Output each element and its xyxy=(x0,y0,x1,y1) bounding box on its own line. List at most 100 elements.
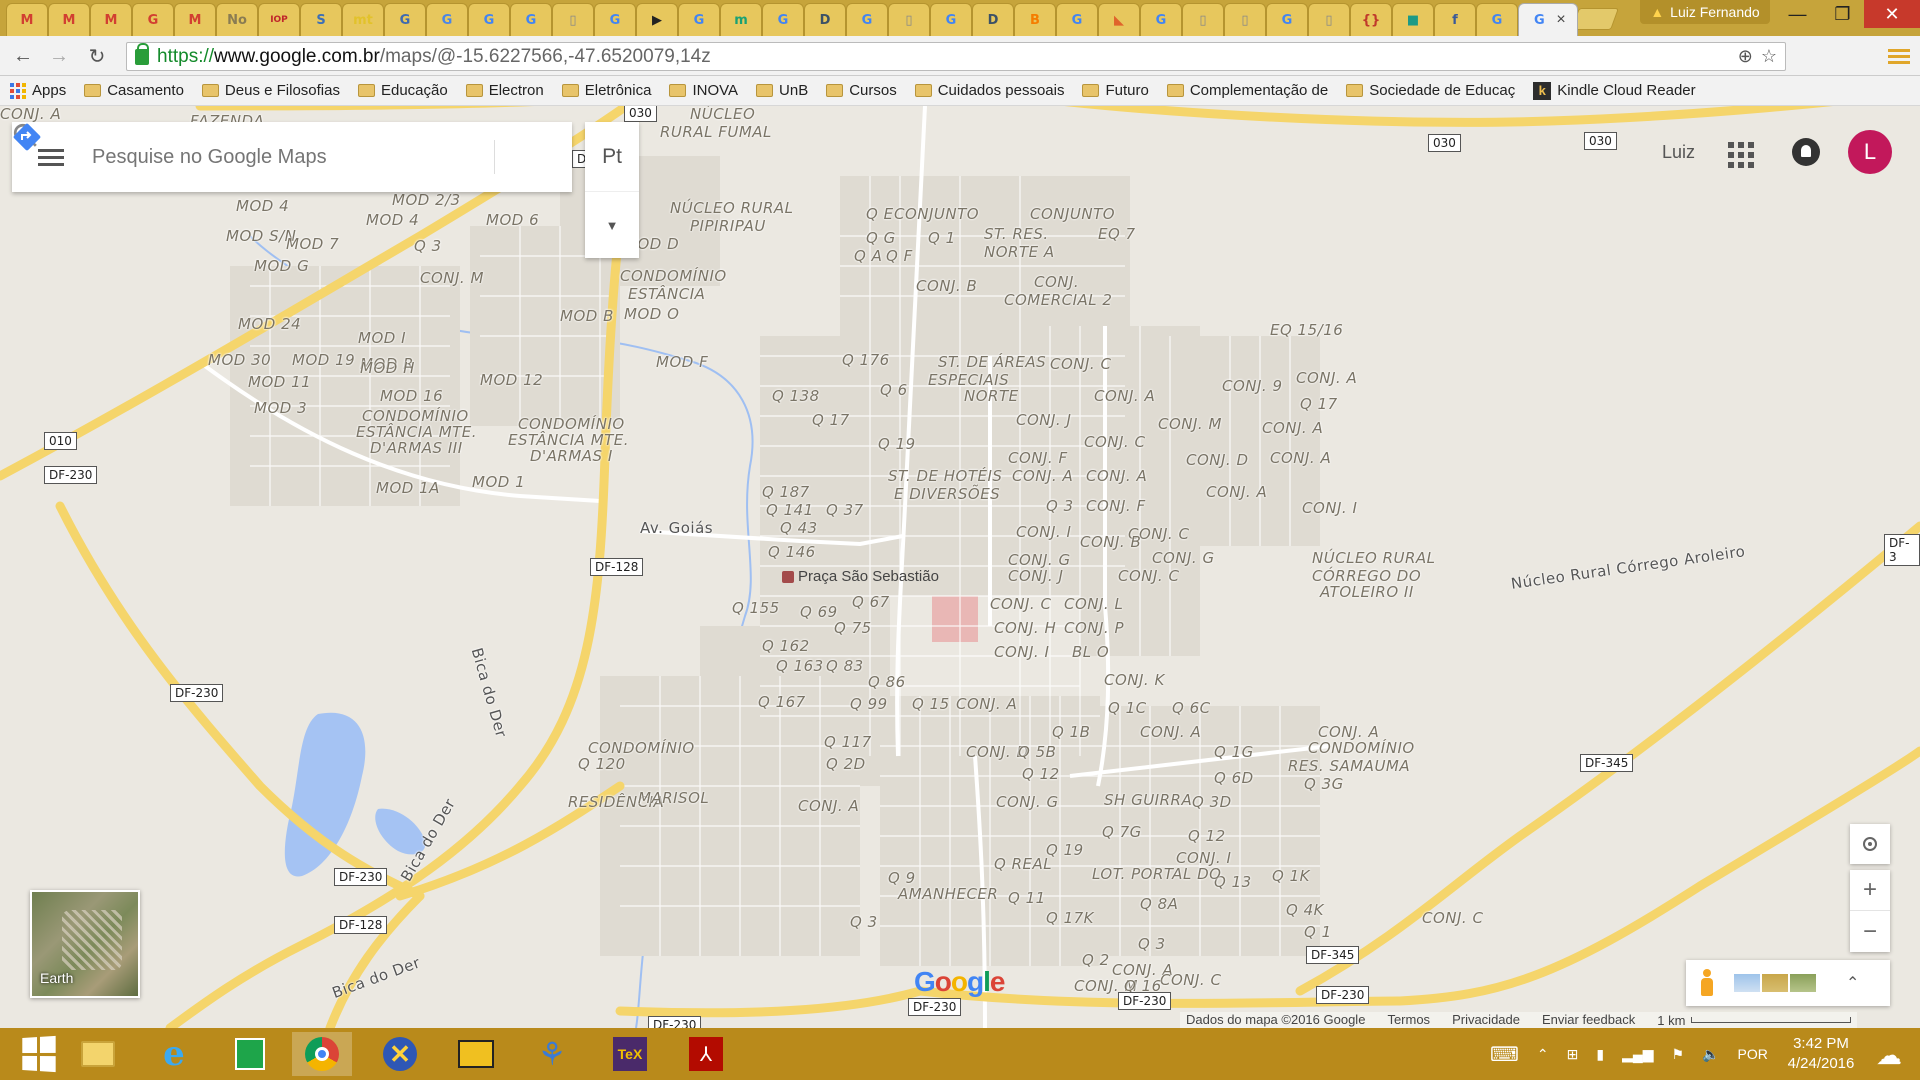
directions-icon[interactable] xyxy=(12,122,42,152)
zoom-in-button[interactable]: + xyxy=(1850,870,1890,911)
bookmark-item[interactable]: Sociedade de Educaç xyxy=(1346,82,1515,99)
browser-tab[interactable]: G xyxy=(510,3,552,36)
active-tab[interactable]: G × xyxy=(1518,3,1578,36)
browser-tab[interactable]: mt xyxy=(342,3,384,36)
flag-icon[interactable]: ⚑ xyxy=(1672,1046,1685,1063)
browser-tab[interactable]: G xyxy=(1140,3,1182,36)
notifications-icon[interactable] xyxy=(1792,138,1820,166)
browser-tab[interactable]: G xyxy=(468,3,510,36)
tex-icon[interactable]: TeX xyxy=(600,1032,660,1076)
bookmark-item[interactable]: UnB xyxy=(756,82,808,99)
poi-praca-sao-sebastiao[interactable]: Praça São Sebastião xyxy=(782,568,939,585)
close-window-button[interactable]: ✕ xyxy=(1864,0,1920,28)
file-explorer-icon[interactable] xyxy=(68,1032,128,1076)
browser-tab[interactable]: ▶ xyxy=(636,3,678,36)
privacy-link[interactable]: Privacidade xyxy=(1452,1012,1520,1028)
chrome-menu-icon[interactable] xyxy=(1888,46,1910,66)
profile-chip[interactable]: ▲ Luiz Fernando xyxy=(1640,0,1770,24)
my-location-button[interactable] xyxy=(1850,824,1890,864)
clock[interactable]: 3:42 PM 4/24/2016 xyxy=(1778,1034,1864,1074)
signal-icon[interactable]: ▂▄▆ xyxy=(1622,1046,1653,1063)
browser-tab[interactable]: ▯ xyxy=(1308,3,1350,36)
browser-tab[interactable]: M xyxy=(174,3,216,36)
browser-tab[interactable]: G xyxy=(846,3,888,36)
forward-arrow-icon[interactable]: → xyxy=(46,44,72,68)
reload-icon[interactable]: ↻ xyxy=(84,44,110,68)
browser-tab[interactable]: S xyxy=(300,3,342,36)
restore-button[interactable]: ❐ xyxy=(1820,0,1865,28)
browser-tab[interactable]: G xyxy=(594,3,636,36)
browser-tab[interactable]: D xyxy=(804,3,846,36)
minimize-button[interactable]: — xyxy=(1775,0,1820,28)
close-tab-icon[interactable]: × xyxy=(1556,11,1565,29)
browser-tab[interactable]: G xyxy=(426,3,468,36)
browser-tab[interactable]: ■ xyxy=(1392,3,1434,36)
address-bar[interactable]: https://www.google.com.br/maps/@-15.6227… xyxy=(126,42,1786,71)
browser-tab[interactable]: G xyxy=(1056,3,1098,36)
zoom-out-button[interactable]: − xyxy=(1850,911,1890,952)
avatar[interactable]: L xyxy=(1848,130,1892,174)
browser-tab[interactable]: M xyxy=(6,3,48,36)
browser-tab[interactable]: IOP xyxy=(258,3,300,36)
caret-down-icon[interactable]: ▼ xyxy=(585,192,639,258)
new-tab-button[interactable] xyxy=(1570,8,1620,30)
language-button[interactable]: Pt xyxy=(585,122,639,192)
browser-tab[interactable]: ▯ xyxy=(552,3,594,36)
browser-tab[interactable]: B xyxy=(1014,3,1056,36)
bookmark-item[interactable]: Cursos xyxy=(826,82,897,99)
google-apps-icon[interactable] xyxy=(1728,142,1754,168)
bookmark-item[interactable]: Casamento xyxy=(84,82,184,99)
terms-link[interactable]: Termos xyxy=(1387,1012,1430,1028)
bookmark-item[interactable]: Apps xyxy=(10,82,66,99)
reader-icon[interactable] xyxy=(446,1032,506,1076)
bookmark-item[interactable]: k Kindle Cloud Reader xyxy=(1533,81,1696,100)
volume-icon[interactable]: 🔈 xyxy=(1702,1046,1719,1063)
battery-icon[interactable]: ▮ xyxy=(1596,1046,1604,1063)
bookmark-star-icon[interactable]: ☆ xyxy=(1761,46,1777,67)
zoom-icon[interactable]: ⊕ xyxy=(1738,46,1753,67)
browser-tab[interactable]: No xyxy=(216,3,258,36)
browser-tab[interactable]: G xyxy=(1266,3,1308,36)
windows-logo-icon[interactable]: ⊞ xyxy=(1567,1046,1579,1063)
imagery-thumbnails[interactable] xyxy=(1734,974,1816,992)
browser-tab[interactable]: G xyxy=(678,3,720,36)
scale-bar[interactable]: 1 km xyxy=(1657,1012,1852,1028)
account-name[interactable]: Luiz xyxy=(1662,142,1695,163)
chrome-icon[interactable] xyxy=(292,1032,352,1076)
bookmark-item[interactable]: Electron xyxy=(465,82,544,99)
browser-tab[interactable]: m xyxy=(720,3,762,36)
browser-tab[interactable]: f xyxy=(1434,3,1476,36)
earth-view-toggle[interactable]: Earth xyxy=(30,890,140,998)
browser-tab[interactable]: ▯ xyxy=(1182,3,1224,36)
app-x-icon[interactable]: ✕ xyxy=(370,1032,430,1076)
store-icon[interactable] xyxy=(220,1032,280,1076)
bookmark-item[interactable]: Complementação de xyxy=(1166,82,1328,99)
browser-tab[interactable]: G xyxy=(1476,3,1518,36)
back-arrow-icon[interactable]: ← xyxy=(10,44,36,68)
pdf-icon[interactable]: ⅄ xyxy=(676,1032,736,1076)
bookmark-item[interactable]: Eletrônica xyxy=(561,82,651,99)
bookmark-item[interactable]: Educação xyxy=(357,82,448,99)
browser-tab[interactable]: G xyxy=(384,3,426,36)
language-indicator[interactable]: POR xyxy=(1738,1046,1768,1062)
chevron-up-icon[interactable]: ⌃ xyxy=(1537,1046,1549,1063)
cloud-icon[interactable]: ☁ xyxy=(1876,1040,1902,1071)
browser-tab[interactable]: G xyxy=(762,3,804,36)
browser-tab[interactable]: ▯ xyxy=(888,3,930,36)
browser-tab[interactable]: G xyxy=(930,3,972,36)
browser-tab[interactable]: ▯ xyxy=(1224,3,1266,36)
chevron-up-icon[interactable]: ⌃ xyxy=(1846,973,1859,993)
map-canvas[interactable]: NÚCLEO RURAL FUMAL FAZENDA NÚCLEO RURAL PIPI… xyxy=(0,106,1920,1028)
internet-explorer-icon[interactable]: e xyxy=(144,1032,204,1076)
search-input[interactable] xyxy=(92,145,422,169)
feedback-link[interactable]: Enviar feedback xyxy=(1542,1012,1635,1028)
start-icon[interactable] xyxy=(8,1032,68,1076)
bookmark-item[interactable]: Deus e Filosofias xyxy=(201,82,340,99)
keyboard-icon[interactable]: ⌨ xyxy=(1490,1042,1519,1067)
app-figure-icon[interactable]: ⚘ xyxy=(522,1032,582,1076)
bookmark-item[interactable]: Cuidados pessoais xyxy=(914,82,1064,99)
bookmark-item[interactable]: Futuro xyxy=(1082,82,1149,99)
browser-tab[interactable]: ◣ xyxy=(1098,3,1140,36)
browser-tab[interactable]: M xyxy=(48,3,90,36)
browser-tab[interactable]: D xyxy=(972,3,1014,36)
